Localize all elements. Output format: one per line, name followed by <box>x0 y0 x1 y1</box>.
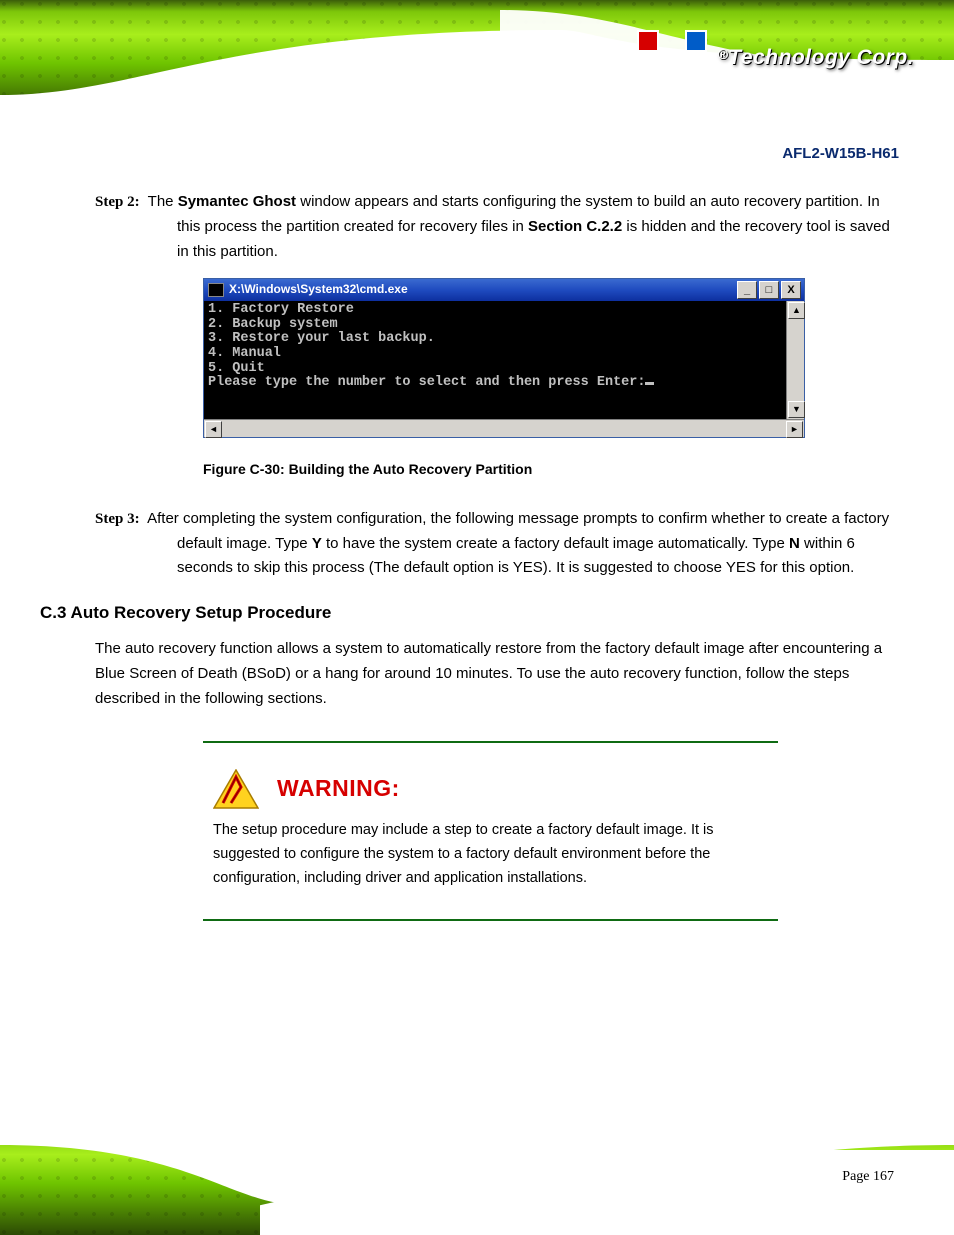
scroll-down-button[interactable]: ▼ <box>788 401 805 418</box>
figure-caption: Figure C-30: Building the Auto Recovery … <box>203 458 899 481</box>
cmd-window: X:\Windows\System32\cmd.exe _ □ X 1. Fac… <box>203 278 805 437</box>
cmd-output: 1. Factory Restore 2. Backup system 3. R… <box>204 301 786 418</box>
text: The <box>148 193 178 210</box>
text: to have the system create a factory defa… <box>322 535 789 552</box>
scroll-up-button[interactable]: ▲ <box>788 302 805 319</box>
scroll-left-button[interactable]: ◄ <box>205 421 222 438</box>
maximize-button[interactable]: □ <box>759 281 779 299</box>
text-bold: Y <box>312 535 322 552</box>
text-bold: Symantec Ghost <box>178 193 296 210</box>
section-ref: Section C.2.2 <box>528 218 622 235</box>
page-content: Step 2: The Symantec Ghost window appear… <box>95 190 899 941</box>
step-2: Step 2: The Symantec Ghost window appear… <box>95 190 899 264</box>
step-3: Step 3: After completing the system conf… <box>95 507 899 581</box>
scroll-right-button[interactable]: ► <box>786 421 803 438</box>
page-number: Page 167 <box>842 1169 894 1185</box>
warning-icon <box>213 769 259 809</box>
section-heading: C.3 Auto Recovery Setup Procedure <box>40 599 899 627</box>
iei-logo-icon <box>637 28 707 88</box>
vertical-scrollbar[interactable]: ▲ ▼ <box>786 301 804 418</box>
text-bold: N <box>789 535 800 552</box>
cmd-title: X:\Windows\System32\cmd.exe <box>229 280 408 300</box>
minimize-button[interactable]: _ <box>737 281 757 299</box>
warning-callout: WARNING: The setup procedure may include… <box>203 741 778 921</box>
close-button[interactable]: X <box>781 281 801 299</box>
step-label: Step 2: <box>95 194 140 210</box>
step-label: Step 3: <box>95 511 140 527</box>
brand: ®Technology Corp. <box>637 28 914 88</box>
section-paragraph: The auto recovery function allows a syst… <box>95 637 899 711</box>
cursor-icon <box>645 382 654 385</box>
cmd-icon <box>208 283 224 297</box>
product-title: AFL2-W15B-H61 <box>782 145 899 162</box>
warning-text: The setup procedure may include a step t… <box>213 819 768 891</box>
cmd-titlebar[interactable]: X:\Windows\System32\cmd.exe _ □ X <box>204 279 804 301</box>
brand-text: ®Technology Corp. <box>717 46 914 70</box>
horizontal-scrollbar[interactable]: ◄ ► <box>204 419 804 437</box>
warning-title: WARNING: <box>277 770 400 808</box>
